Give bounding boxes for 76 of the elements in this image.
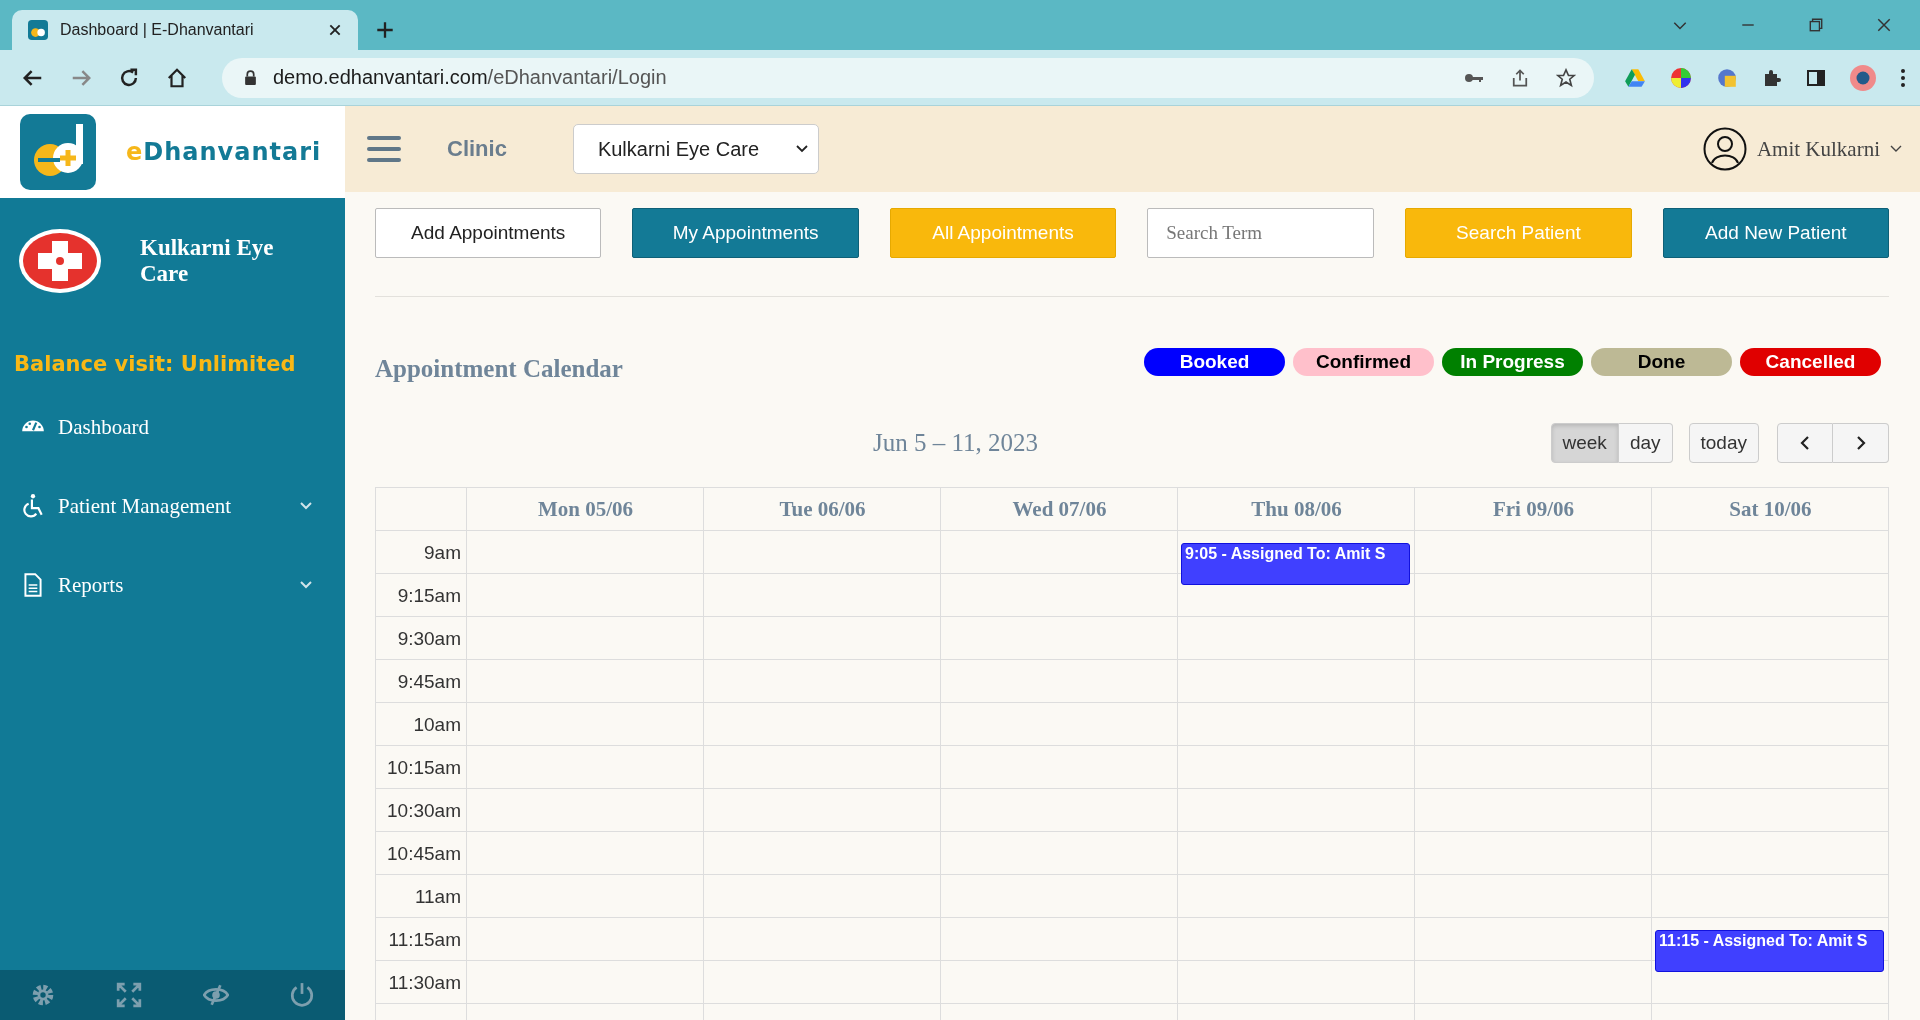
color-wheel-icon[interactable] xyxy=(1670,66,1692,89)
date-range: Jun 5 – 11, 2023 xyxy=(873,429,1039,457)
balance-text: Balance visit: Unlimited xyxy=(14,352,297,376)
appointment-event[interactable]: 9:05 - Assigned To: Amit S xyxy=(1181,543,1410,585)
logo-icon[interactable] xyxy=(20,114,96,190)
browser-tab[interactable]: Dashboard | E-Dhanvantari xyxy=(12,10,358,50)
time-label: 10:30am xyxy=(387,799,461,822)
column-header: Tue 06/06 xyxy=(778,496,867,523)
user-menu[interactable]: Amit Kulkarni xyxy=(1702,127,1902,171)
button[interactable]: Add Appointments xyxy=(375,208,602,258)
column-header: Wed 07/06 xyxy=(1011,496,1108,523)
time-label: 9:45am xyxy=(397,670,461,693)
status-legend-badge: Booked xyxy=(1144,348,1285,376)
chevron-left-icon xyxy=(1800,436,1810,450)
profile-avatar-icon[interactable] xyxy=(1850,64,1876,91)
sidebar-item[interactable]: Dashboard xyxy=(0,407,345,447)
url-text: demo.edhanvantari.com/eDhanvantari/Login xyxy=(273,66,667,89)
restore-icon[interactable] xyxy=(1808,17,1824,33)
more-options-icon[interactable] xyxy=(1900,67,1906,88)
button[interactable]: Add New Patient xyxy=(1662,208,1890,258)
sidebar-item[interactable]: Patient Management xyxy=(0,486,345,526)
menu-icon[interactable] xyxy=(367,135,401,163)
status-legend-badge: Done xyxy=(1591,348,1732,376)
clinic-dropdown[interactable]: Kulkarni Eye Care xyxy=(572,124,819,174)
status-legend-badge: In Progress xyxy=(1442,348,1583,376)
side-panel-icon[interactable] xyxy=(1806,67,1826,88)
star-icon[interactable] xyxy=(1556,67,1576,88)
puzzle-icon[interactable] xyxy=(1762,67,1782,88)
button[interactable]: My Appointments xyxy=(632,208,859,258)
column-header: Sat 10/06 xyxy=(1728,496,1813,523)
power-icon[interactable] xyxy=(289,982,315,1008)
chevron-right-icon xyxy=(1855,436,1866,450)
reload-icon[interactable] xyxy=(118,66,140,89)
eye-slash-icon[interactable] xyxy=(202,982,229,1008)
time-label: 9:15am xyxy=(397,584,461,607)
time-label: 10:45am xyxy=(387,842,461,865)
view-tab[interactable]: day xyxy=(1618,423,1673,463)
lock-icon xyxy=(244,70,257,85)
sidebar-item[interactable]: Reports xyxy=(0,565,345,605)
brand-name: eDhanvantari xyxy=(126,138,322,166)
fullscreen-icon[interactable] xyxy=(116,982,143,1008)
close-icon[interactable] xyxy=(328,23,342,37)
time-label: 9:30am xyxy=(397,627,461,650)
settings-icon[interactable] xyxy=(30,982,56,1008)
time-label: 11am xyxy=(414,885,461,908)
time-label: 10:15am xyxy=(387,756,461,779)
drive-icon[interactable] xyxy=(1624,67,1646,88)
time-label: 10am xyxy=(413,713,461,736)
tab-title: Dashboard | E-Dhanvantari xyxy=(60,21,255,39)
today-button[interactable]: today xyxy=(1688,423,1759,463)
caret-icon xyxy=(795,145,808,153)
time-label: 11:15am xyxy=(388,928,461,951)
appointment-event[interactable]: 11:15 - Assigned To: Amit S xyxy=(1655,930,1884,972)
favicon-icon xyxy=(28,20,48,40)
status-legend-badge: Cancelled xyxy=(1740,348,1881,376)
address-bar[interactable]: demo.edhanvantari.com/eDhanvantari/Login xyxy=(222,57,1594,98)
clinic-name: Kulkarni Eye Care xyxy=(140,235,275,287)
column-header: Mon 05/06 xyxy=(536,496,635,523)
chevron-down-icon xyxy=(1890,145,1902,153)
time-label: 11:30am xyxy=(388,971,461,994)
column-header: Thu 08/06 xyxy=(1250,496,1343,523)
extension-icon[interactable] xyxy=(1716,66,1738,89)
share-icon[interactable] xyxy=(1510,67,1530,88)
column-header: Fri 09/06 xyxy=(1491,496,1576,523)
time-label: 9am xyxy=(424,541,461,564)
status-legend-badge: Confirmed xyxy=(1293,348,1434,376)
search-field[interactable]: Search Term xyxy=(1147,208,1375,258)
close-icon[interactable] xyxy=(1876,17,1892,33)
user-avatar-icon xyxy=(1702,127,1747,171)
key-icon[interactable] xyxy=(1464,71,1484,84)
home-icon[interactable] xyxy=(166,66,188,89)
new-tab-icon[interactable] xyxy=(376,21,394,39)
section-title: Clinic xyxy=(447,136,507,162)
cross-logo-icon xyxy=(18,228,102,294)
calendar-title: Appointment Calendar xyxy=(375,355,623,383)
view-tab[interactable]: week xyxy=(1550,423,1619,463)
